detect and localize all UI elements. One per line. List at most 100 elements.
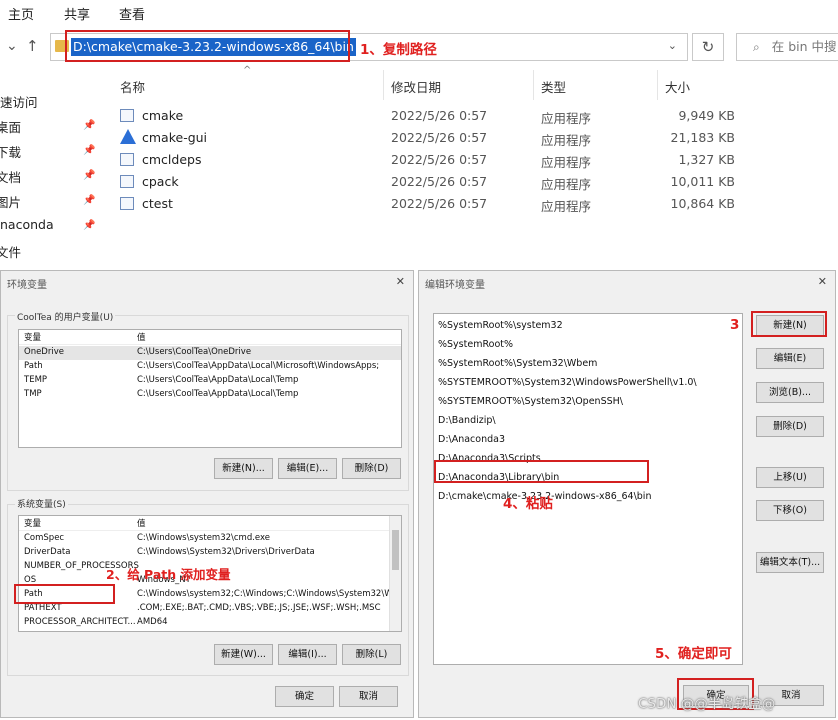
exe-icon [120, 109, 134, 122]
file-type: 应用程序 [541, 155, 592, 170]
chevron-down-icon[interactable]: ⌄ [6, 38, 18, 54]
var-name: OneDrive [24, 347, 64, 357]
edit-text-button[interactable]: 编辑文本(T)... [756, 552, 824, 573]
chevron-down-icon[interactable]: ⌄ [668, 39, 677, 52]
user-vars-list[interactable]: 变量 值 OneDrive C:\Users\CoolTea\OneDrive … [18, 329, 402, 448]
file-name: cpack [142, 174, 179, 189]
column-header-size[interactable]: 大小 [665, 77, 690, 96]
list-item[interactable]: %SYSTEMROOT%\System32\WindowsPowerShell\… [438, 373, 697, 392]
system-edit-button[interactable]: 编辑(I)... [278, 644, 337, 665]
close-icon[interactable]: ✕ [396, 275, 405, 288]
user-new-button[interactable]: 新建(N)... [214, 458, 273, 479]
list-header: 变量 值 [19, 516, 401, 531]
file-explorer: 主页 共享 查看 ⌄ ↑ D:\cmake\cmake-3.23.2-windo… [0, 0, 838, 270]
system-delete-button[interactable]: 删除(L) [342, 644, 401, 665]
sidebar-item-pictures[interactable]: 图片 [0, 192, 21, 211]
list-item[interactable]: D:\Bandizip\ [438, 411, 496, 430]
move-up-button[interactable]: 上移(U) [756, 467, 824, 488]
exe-icon [120, 197, 134, 210]
path-entries-list[interactable]: %SystemRoot%\system32 %SystemRoot% %Syst… [433, 313, 743, 665]
list-item[interactable]: %SystemRoot% [438, 335, 513, 354]
table-row[interactable]: TMP C:\Users\CoolTea\AppData\Local\Temp [19, 388, 401, 402]
edit-env-var-dialog: 编辑环境变量 ✕ %SystemRoot%\system32 %SystemRo… [418, 270, 836, 718]
file-name: cmake-gui [142, 130, 208, 145]
column-header-var[interactable]: 变量 [24, 331, 41, 343]
var-value: C:\Windows\system32\cmd.exe [137, 533, 271, 543]
column-header-var[interactable]: 变量 [24, 517, 41, 529]
env-vars-dialog: 环境变量 ✕ CoolTea 的用户变量(U) 变量 值 OneDrive C:… [0, 270, 414, 718]
watermark: CSDN @@半岛铁盒@ [638, 696, 776, 712]
address-highlight-box [65, 30, 350, 62]
edit-browse-button[interactable]: 浏览(B)... [756, 382, 824, 403]
exe-icon [120, 153, 134, 166]
sidebar-item-documents[interactable]: 文档 [0, 167, 21, 186]
table-row[interactable]: ComSpec C:\Windows\system32\cmd.exe [19, 532, 401, 546]
file-date: 2022/5/26 0:57 [391, 108, 488, 123]
file-type: 应用程序 [541, 111, 592, 126]
column-separator [383, 70, 384, 100]
sidebar-item-downloads[interactable]: 下载 [0, 142, 21, 161]
file-name: cmcldeps [142, 152, 202, 167]
table-row[interactable]: DriverData C:\Windows\System32\Drivers\D… [19, 546, 401, 560]
file-size: 1,327 KB [678, 152, 735, 167]
column-header-name[interactable]: 名称 [120, 77, 145, 96]
dialog-title: 环境变量 [7, 280, 47, 291]
list-item[interactable]: %SystemRoot%\system32 [438, 316, 563, 335]
file-type: 应用程序 [541, 177, 592, 192]
file-type: 应用程序 [541, 199, 592, 214]
move-down-button[interactable]: 下移(O) [756, 500, 824, 521]
pin-icon: 📌 [83, 170, 96, 181]
file-date: 2022/5/26 0:57 [391, 130, 488, 145]
edit-edit-button[interactable]: 编辑(E) [756, 348, 824, 369]
pin-icon: 📌 [83, 145, 96, 156]
user-delete-button[interactable]: 删除(D) [342, 458, 401, 479]
file-date: 2022/5/26 0:57 [391, 196, 488, 211]
path-highlight-box [14, 584, 115, 604]
search-placeholder: 在 bin 中搜 [771, 39, 837, 54]
env-cancel-button[interactable]: 取消 [339, 686, 398, 707]
pin-icon: 📌 [83, 220, 96, 231]
list-item[interactable]: %SYSTEMROOT%\System32\OpenSSH\ [438, 392, 623, 411]
var-name: TMP [24, 389, 42, 399]
sidebar-item-quick-access[interactable]: 速访问 [0, 92, 38, 111]
edit-delete-button[interactable]: 删除(D) [756, 416, 824, 437]
file-row[interactable]: cmake-gui 2022/5/26 0:57 应用程序 21,183 KB [110, 127, 750, 149]
table-row[interactable]: OneDrive C:\Users\CoolTea\OneDrive [19, 346, 401, 360]
search-input[interactable]: ⌕ 在 bin 中搜 [736, 33, 838, 61]
pin-icon: 📌 [83, 120, 96, 131]
ribbon-tab-view[interactable]: 查看 [119, 4, 145, 23]
scrollbar-thumb[interactable] [392, 530, 399, 570]
list-item[interactable]: D:\Anaconda3 [438, 430, 505, 449]
var-name: PROCESSOR_ARCHITECT... [24, 617, 136, 627]
file-row[interactable]: ctest 2022/5/26 0:57 应用程序 10,864 KB [110, 193, 750, 215]
sidebar-item-files[interactable]: 文件 [0, 242, 21, 261]
table-row[interactable]: TEMP C:\Users\CoolTea\AppData\Local\Temp [19, 374, 401, 388]
var-value: C:\Windows\system32;C:\Windows;C:\Window… [137, 589, 402, 599]
list-item[interactable]: %SystemRoot%\System32\Wbem [438, 354, 597, 373]
file-row[interactable]: cmake 2022/5/26 0:57 应用程序 9,949 KB [110, 105, 750, 127]
table-row[interactable]: PROCESSOR_ARCHITECT... AMD64 [19, 616, 401, 630]
ribbon-tab-home[interactable]: 主页 [8, 4, 34, 23]
sidebar-item-desktop[interactable]: 桌面 [0, 117, 21, 136]
refresh-button[interactable]: ↻ [692, 33, 724, 61]
close-icon[interactable]: ✕ [818, 275, 827, 288]
table-row[interactable]: Path C:\Users\CoolTea\AppData\Local\Micr… [19, 360, 401, 374]
scrollbar[interactable] [389, 516, 401, 631]
column-header-type[interactable]: 类型 [541, 77, 566, 96]
file-size: 21,183 KB [670, 130, 735, 145]
system-new-button[interactable]: 新建(W)... [214, 644, 273, 665]
table-row[interactable]: PATHEXT .COM;.EXE;.BAT;.CMD;.VBS;.VBE;.J… [19, 602, 401, 616]
ribbon-tab-share[interactable]: 共享 [64, 4, 90, 23]
column-header-date[interactable]: 修改日期 [391, 77, 441, 96]
user-edit-button[interactable]: 编辑(E)... [278, 458, 337, 479]
column-header-val[interactable]: 值 [137, 331, 146, 343]
file-row[interactable]: cpack 2022/5/26 0:57 应用程序 10,011 KB [110, 171, 750, 193]
file-row[interactable]: cmcldeps 2022/5/26 0:57 应用程序 1,327 KB [110, 149, 750, 171]
up-arrow-icon[interactable]: ↑ [26, 37, 39, 55]
var-name: TEMP [24, 375, 48, 385]
annotation-step1: 1、复制路径 [360, 42, 437, 58]
sidebar-item-anaconda[interactable]: naconda [0, 217, 54, 232]
column-separator [657, 70, 658, 100]
column-header-val[interactable]: 值 [137, 517, 146, 529]
env-ok-button[interactable]: 确定 [275, 686, 334, 707]
